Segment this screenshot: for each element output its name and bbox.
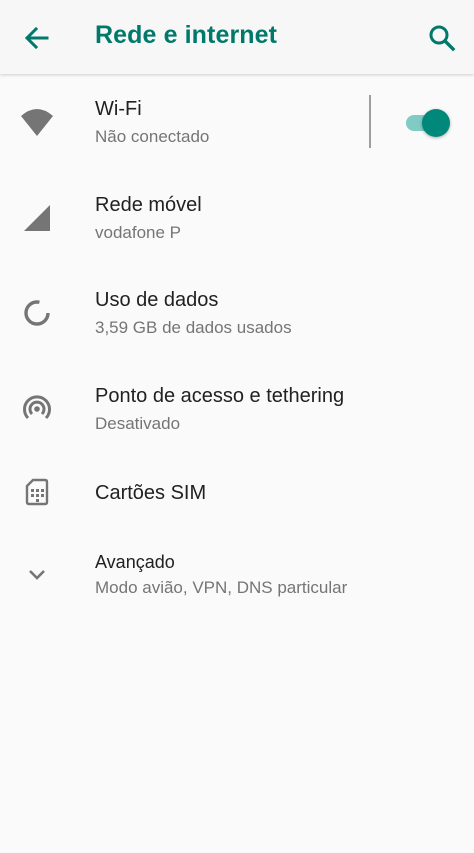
setting-wifi[interactable]: Wi-Fi Não conectado: [0, 86, 474, 160]
toggle-thumb: [422, 109, 450, 137]
cell-signal-icon: [24, 205, 50, 231]
setting-mobile-network[interactable]: Rede móvel vodafone P: [0, 182, 474, 256]
wifi-title: Wi-Fi: [95, 98, 142, 120]
data-usage-title: Uso de dados: [95, 289, 219, 311]
advanced-title: Avançado: [95, 552, 175, 572]
wifi-toggle[interactable]: [404, 108, 450, 138]
app-bar: Rede e internet: [0, 0, 474, 74]
divider: [369, 95, 371, 148]
advanced-summary: Modo avião, VPN, DNS particular: [95, 578, 348, 597]
sim-cards-title: Cartões SIM: [95, 482, 207, 504]
search-button[interactable]: [423, 19, 461, 57]
setting-advanced[interactable]: Avançado Modo avião, VPN, DNS particular: [0, 540, 474, 610]
sim-card-icon: [25, 478, 49, 506]
mobile-network-title: Rede móvel: [95, 194, 202, 216]
wifi-summary: Não conectado: [95, 127, 210, 146]
setting-data-usage[interactable]: Uso de dados 3,59 GB de dados usados: [0, 277, 474, 351]
hotspot-summary: Desativado: [95, 414, 181, 433]
chevron-down-icon: [29, 570, 45, 580]
setting-sim-cards[interactable]: Cartões SIM: [0, 463, 474, 521]
hotspot-icon: [23, 395, 51, 420]
setting-hotspot[interactable]: Ponto de acesso e tethering Desativado: [0, 373, 474, 447]
search-icon: [429, 25, 456, 52]
page-title: Rede e internet: [95, 21, 278, 49]
mobile-network-summary: vodafone P: [95, 223, 182, 242]
data-usage-summary: 3,59 GB de dados usados: [95, 318, 292, 337]
wifi-icon: [21, 109, 53, 136]
data-usage-icon: [24, 300, 50, 326]
hotspot-title: Ponto de acesso e tethering: [95, 385, 345, 407]
arrow-back-icon: [24, 26, 49, 50]
back-button[interactable]: [18, 19, 56, 57]
